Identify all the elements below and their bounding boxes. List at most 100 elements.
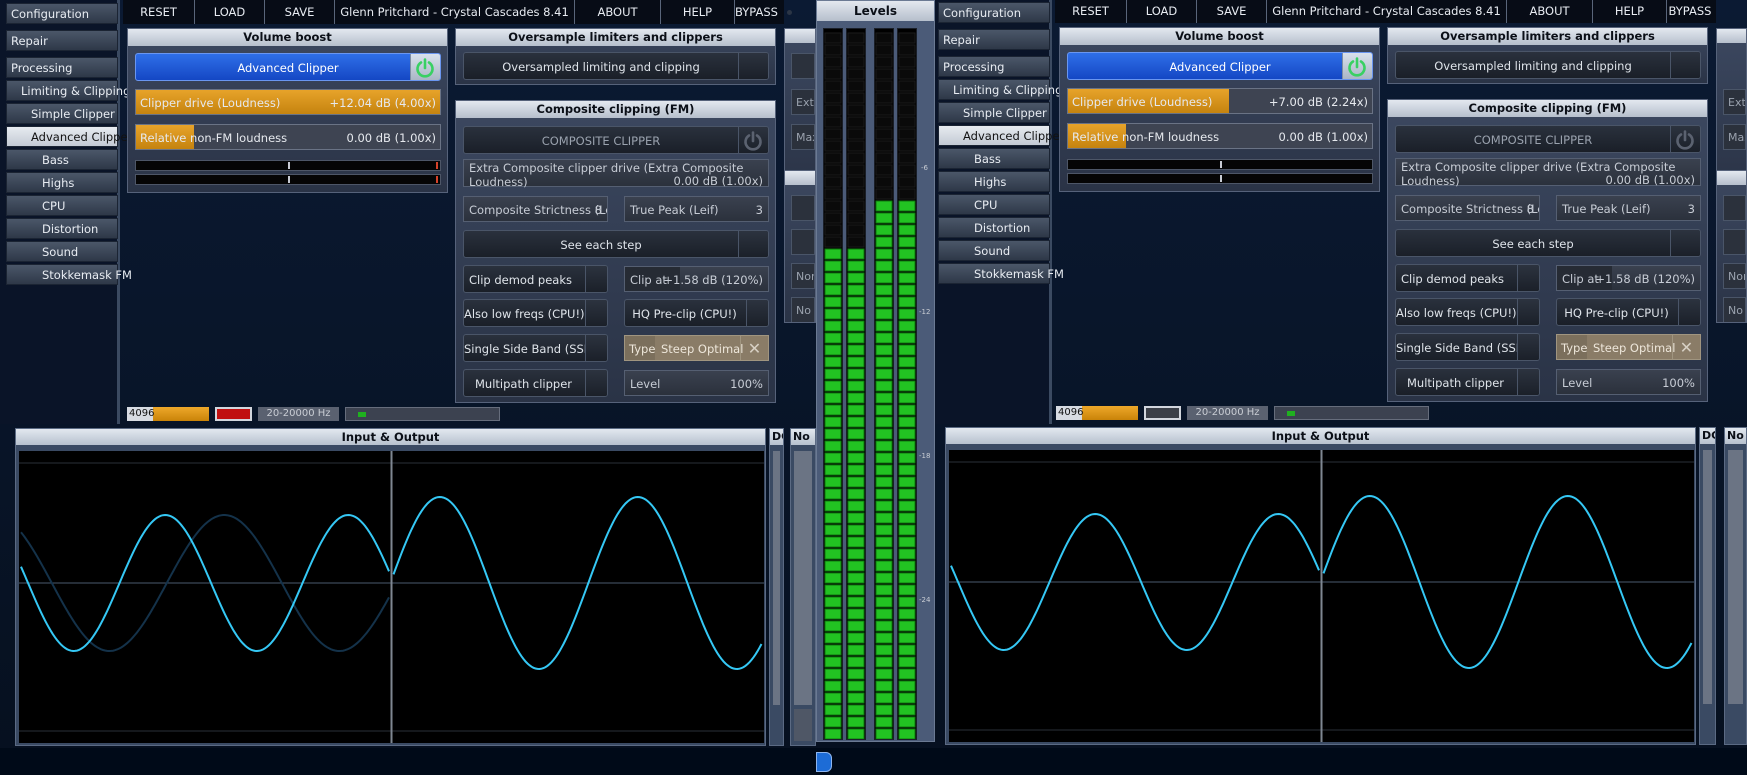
multipath-level-slider[interactable]: Level 100% bbox=[1556, 369, 1701, 395]
load-button[interactable]: LOAD bbox=[195, 0, 265, 24]
sidebar-item-bass[interactable]: Bass bbox=[6, 149, 118, 170]
sidebar-item-sound[interactable]: Sound bbox=[938, 240, 1050, 261]
power-button[interactable] bbox=[1342, 53, 1372, 79]
cropped-max-field[interactable]: Max bbox=[791, 124, 815, 150]
sidebar-item-bass[interactable]: Bass bbox=[938, 148, 1050, 169]
low-freqs-toggle[interactable]: Also low freqs (CPU!) bbox=[463, 299, 608, 327]
oversampled-limiting-toggle[interactable]: Oversampled limiting and clipping bbox=[1395, 51, 1701, 79]
sidebar-item-limiting-clipping[interactable]: Limiting & Clipping bbox=[6, 80, 130, 101]
sidebar-item-highs[interactable]: Highs bbox=[938, 171, 1050, 192]
clip-demod-peaks-toggle[interactable]: Clip demod peaks bbox=[463, 265, 608, 293]
clip-at-slider[interactable]: Clip at +1.58 dB (120%) bbox=[1556, 265, 1701, 291]
extra-composite-drive-slider[interactable]: Extra Composite clipper drive (Extra Com… bbox=[1395, 158, 1701, 188]
sidebar-item-sound[interactable]: Sound bbox=[6, 241, 118, 262]
load-button[interactable]: LOAD bbox=[1127, 0, 1197, 23]
power-button[interactable] bbox=[410, 54, 440, 80]
sidebar-item-limiting-clipping[interactable]: Limiting & Clipping bbox=[938, 79, 1062, 100]
composite-clipper-toggle[interactable]: COMPOSITE CLIPPER bbox=[1395, 125, 1701, 153]
composite-strictness-field[interactable]: Composite Strictness (Leif) 8 bbox=[1395, 195, 1540, 221]
cropped-field[interactable] bbox=[1723, 195, 1746, 221]
extra-composite-drive-slider[interactable]: Extra Composite clipper drive (Extra Com… bbox=[463, 159, 769, 189]
sidebar-item-repair[interactable]: Repair bbox=[6, 30, 118, 51]
multipath-clipper-toggle[interactable]: Multipath clipper bbox=[463, 369, 608, 397]
hq-preclip-toggle[interactable]: HQ Pre-clip (CPU!) bbox=[1556, 298, 1701, 326]
ssb-toggle[interactable]: Single Side Band (SSB) bbox=[463, 334, 608, 362]
bypass-button[interactable]: BYPASS bbox=[735, 0, 778, 24]
sidebar-item-stokkemask[interactable]: Stokkemask FM bbox=[6, 264, 132, 285]
sidebar-item-processing[interactable]: Processing bbox=[6, 57, 118, 78]
low-freqs-toggle[interactable]: Also low freqs (CPU!) bbox=[1395, 298, 1540, 326]
advanced-clipper-toggle[interactable]: Advanced Clipper bbox=[1067, 52, 1373, 80]
advanced-clipper-toggle[interactable]: Advanced Clipper bbox=[135, 53, 441, 81]
clear-type-button[interactable]: ✕ bbox=[1672, 335, 1700, 359]
sidebar-item-repair[interactable]: Repair bbox=[938, 29, 1050, 50]
level-segment bbox=[898, 380, 916, 392]
sidebar-item-cpu[interactable]: CPU bbox=[6, 195, 118, 216]
composite-power-button[interactable] bbox=[1670, 126, 1700, 152]
reset-button[interactable]: RESET bbox=[123, 0, 195, 24]
help-button[interactable]: HELP bbox=[1593, 0, 1667, 23]
cropped-field[interactable] bbox=[1723, 229, 1746, 255]
sidebar-item-advanced-clipper[interactable]: Advanced Clipper bbox=[938, 125, 1064, 146]
sidebar-item-cpu[interactable]: CPU bbox=[938, 194, 1050, 215]
sidebar-item-stokkemask[interactable]: Stokkemask FM bbox=[938, 263, 1064, 284]
bypass-button[interactable]: BYPASS bbox=[1667, 0, 1713, 23]
save-button[interactable]: SAVE bbox=[1197, 0, 1267, 23]
cropped-nop-field[interactable]: No p bbox=[791, 297, 815, 322]
sidebar-item-advanced-clipper[interactable]: Advanced Clipper bbox=[6, 126, 132, 147]
relative-loudness-slider[interactable]: Relative non-FM loudness 0.00 dB (1.00x) bbox=[135, 124, 441, 150]
see-each-step-toggle[interactable]: See each step bbox=[1395, 229, 1701, 257]
cropped-extra-field[interactable]: Extr bbox=[791, 89, 815, 115]
cropped-max-field[interactable]: Max bbox=[1723, 124, 1746, 150]
multipath-level-slider[interactable]: Level 100% bbox=[624, 370, 769, 396]
clear-type-button[interactable]: ✕ bbox=[740, 336, 768, 360]
sidebar-item-configuration[interactable]: Configuration bbox=[938, 2, 1050, 23]
fft-size-slider[interactable]: 4096 bbox=[1056, 406, 1138, 420]
true-peak-field[interactable]: True Peak (Leif) 3 bbox=[1556, 195, 1701, 221]
sidebar-item-highs[interactable]: Highs bbox=[6, 172, 118, 193]
about-button[interactable]: ABOUT bbox=[575, 0, 661, 24]
frequency-range: 20-20000 Hz bbox=[258, 407, 339, 421]
ssb-type-select[interactable]: Type Steep Optimal ✕ bbox=[624, 335, 769, 361]
preset-name[interactable]: Glenn Pritchard - Crystal Cascades 8.41 bbox=[1267, 0, 1507, 23]
cropped-nop-field[interactable]: No p bbox=[1723, 297, 1746, 322]
ssb-toggle[interactable]: Single Side Band (SSB) bbox=[1395, 333, 1540, 361]
composite-power-button[interactable] bbox=[738, 127, 768, 153]
oversampled-limiting-toggle[interactable]: Oversampled limiting and clipping bbox=[463, 52, 769, 80]
multipath-clipper-toggle[interactable]: Multipath clipper bbox=[1395, 368, 1540, 396]
clipper-drive-slider[interactable]: Clipper drive (Loudness) +12.04 dB (4.00… bbox=[135, 89, 441, 115]
about-button[interactable]: ABOUT bbox=[1507, 0, 1593, 23]
cropped-field[interactable] bbox=[791, 195, 815, 221]
sidebar-item-processing[interactable]: Processing bbox=[938, 56, 1050, 77]
clip-demod-peaks-toggle[interactable]: Clip demod peaks bbox=[1395, 264, 1540, 292]
cropped-normal-field[interactable]: Nor bbox=[791, 263, 815, 289]
sidebar-item-simple-clipper[interactable]: Simple Clipper bbox=[938, 102, 1050, 123]
oversample-power-button[interactable] bbox=[1670, 52, 1700, 78]
scrollbar-thumb[interactable] bbox=[816, 752, 832, 772]
see-each-step-toggle[interactable]: See each step bbox=[463, 230, 769, 258]
true-peak-field[interactable]: True Peak (Leif) 3 bbox=[624, 196, 769, 222]
cropped-normal-field[interactable]: Nor bbox=[1723, 263, 1746, 289]
fft-size-slider[interactable]: 4096 bbox=[127, 407, 209, 421]
ssb-type-select[interactable]: Type Steep Optimal ✕ bbox=[1556, 334, 1701, 360]
cropped-extra-field[interactable]: Extr bbox=[1723, 89, 1746, 115]
cropped-field[interactable] bbox=[791, 229, 815, 255]
relative-loudness-slider[interactable]: Relative non-FM loudness 0.00 dB (1.00x) bbox=[1067, 123, 1373, 149]
gr-meter-marker bbox=[288, 176, 290, 183]
cropped-field[interactable] bbox=[791, 53, 815, 79]
composite-clipper-toggle[interactable]: COMPOSITE CLIPPER bbox=[463, 126, 769, 154]
sidebar-item-configuration[interactable]: Configuration bbox=[6, 3, 118, 24]
help-button[interactable]: HELP bbox=[661, 0, 735, 24]
hq-preclip-toggle[interactable]: HQ Pre-clip (CPU!) bbox=[624, 299, 769, 327]
sidebar-item-simple-clipper[interactable]: Simple Clipper bbox=[6, 103, 118, 124]
preset-name[interactable]: Glenn Pritchard - Crystal Cascades 8.41 bbox=[335, 0, 575, 24]
composite-strictness-field[interactable]: Composite Strictness (Leif) 8 bbox=[463, 196, 608, 222]
bottom-scrollbar[interactable] bbox=[0, 748, 1747, 775]
save-button[interactable]: SAVE bbox=[265, 0, 335, 24]
reset-button[interactable]: RESET bbox=[1055, 0, 1127, 23]
oversample-power-button[interactable] bbox=[738, 53, 768, 79]
sidebar-item-distortion[interactable]: Distortion bbox=[938, 217, 1050, 238]
clipper-drive-slider[interactable]: Clipper drive (Loudness) +7.00 dB (2.24x… bbox=[1067, 88, 1373, 114]
sidebar-item-distortion[interactable]: Distortion bbox=[6, 218, 118, 239]
clip-at-slider[interactable]: Clip at +1.58 dB (120%) bbox=[624, 266, 769, 292]
